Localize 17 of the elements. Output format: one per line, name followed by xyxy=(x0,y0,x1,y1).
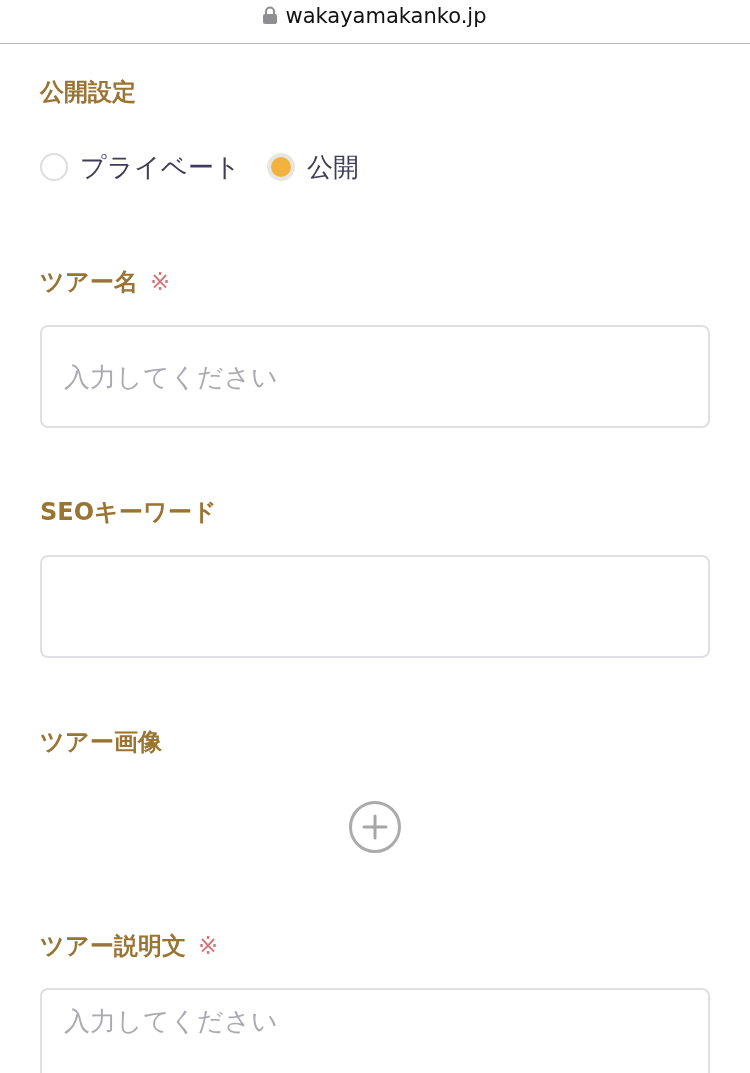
radio-button[interactable] xyxy=(267,153,295,181)
text-input-field[interactable]: 入力してください xyxy=(40,325,710,428)
required-mark: ※ xyxy=(150,267,171,297)
textarea-field[interactable]: 入力してください xyxy=(40,988,710,1073)
field-label: ツアー画像 xyxy=(40,727,162,757)
radio-button[interactable] xyxy=(40,153,68,181)
radio-label[interactable]: 公開 xyxy=(307,150,359,184)
field-label: ツアー名 xyxy=(40,267,138,297)
field-label: 公開設定 xyxy=(40,77,136,107)
required-mark: ※ xyxy=(198,931,219,961)
field-label: SEOキーワード xyxy=(40,497,218,527)
radio-label[interactable]: プライベート xyxy=(80,150,241,184)
lock-icon xyxy=(263,6,278,24)
field-label: ツアー説明文 xyxy=(40,931,186,961)
plus-circle-icon[interactable] xyxy=(349,801,401,853)
text-input-field[interactable] xyxy=(40,555,710,658)
url-text: wakayamakanko.jp xyxy=(285,3,487,29)
